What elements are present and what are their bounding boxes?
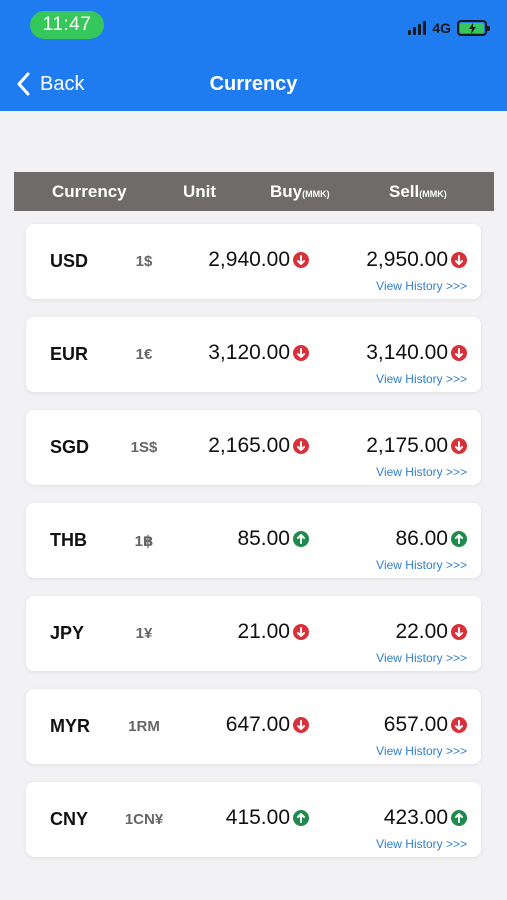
- buy-rate-value: 3,120.00: [208, 341, 290, 364]
- arrow-up-icon: [451, 531, 467, 547]
- header-sell-label: Sell: [389, 182, 420, 201]
- arrow-down-icon: [293, 717, 309, 733]
- buy-rate-value: 647.00: [225, 713, 290, 736]
- chevron-left-icon: [17, 72, 30, 96]
- buy-rate-value: 2,165.00: [208, 434, 290, 457]
- arrow-up-icon: [293, 531, 309, 547]
- currency-row[interactable]: USD 1$ 2,940.00 2,950.00 View History >>>: [26, 224, 481, 299]
- sell-rate-value: 423.00: [383, 806, 448, 829]
- arrow-down-icon: [293, 345, 309, 361]
- buy-rate-value: 415.00: [225, 806, 290, 829]
- buy-rate-value: 85.00: [237, 527, 290, 550]
- currency-code: SGD: [50, 437, 90, 457]
- sell-rate: 657.00: [384, 713, 467, 737]
- signal-icon: [408, 21, 427, 35]
- arrow-down-icon: [293, 624, 309, 640]
- arrow-down-icon: [451, 345, 467, 361]
- currency-code: JPY: [50, 623, 85, 643]
- sell-rate: 3,140.00: [366, 341, 467, 365]
- view-history-link[interactable]: View History >>>: [376, 558, 467, 572]
- currency-row[interactable]: CNY 1CN¥ 415.00 423.00 View History >>>: [26, 782, 481, 857]
- view-history-link[interactable]: View History >>>: [376, 744, 467, 758]
- buy-rate: 2,165.00: [208, 434, 309, 458]
- currency-unit: 1$: [135, 253, 153, 270]
- sell-rate: 423.00: [384, 806, 467, 830]
- view-history-link[interactable]: View History >>>: [376, 837, 467, 851]
- arrow-up-icon: [293, 810, 309, 826]
- buy-rate-value: 21.00: [237, 620, 290, 643]
- sell-rate: 22.00: [395, 620, 467, 644]
- rates-list: USD 1$ 2,940.00 2,950.00 View History >>> EUR…: [26, 224, 481, 875]
- currency-row[interactable]: EUR 1€ 3,120.00 3,140.00 View History >>>: [26, 317, 481, 392]
- status-icons: 4G: [408, 18, 490, 38]
- sell-rate-value: 22.00: [395, 620, 448, 643]
- buy-rate: 415.00: [226, 806, 309, 830]
- rates-table-header: Currency Unit Buy(MMK) Sell(MMK): [14, 172, 494, 211]
- buy-rate: 85.00: [237, 527, 309, 551]
- buy-rate: 3,120.00: [208, 341, 309, 365]
- currency-row[interactable]: SGD 1S$ 2,165.00 2,175.00 View History >>>: [26, 410, 481, 485]
- buy-rate: 2,940.00: [208, 248, 309, 272]
- sell-rate: 2,950.00: [366, 248, 467, 272]
- currency-row[interactable]: MYR 1RM 647.00 657.00 View History >>>: [26, 689, 481, 764]
- sell-rate: 2,175.00: [366, 434, 467, 458]
- arrow-down-icon: [451, 438, 467, 454]
- view-history-link[interactable]: View History >>>: [376, 651, 467, 665]
- sell-rate-value: 2,175.00: [366, 434, 448, 457]
- arrow-down-icon: [451, 624, 467, 640]
- currency-unit: 1CN¥: [124, 811, 164, 828]
- currency-row[interactable]: THB 1฿ 85.00 86.00 View History >>>: [26, 503, 481, 578]
- currency-unit: 1¥: [135, 625, 153, 642]
- buy-rate-value: 2,940.00: [208, 248, 290, 271]
- arrow-down-icon: [293, 252, 309, 268]
- status-time: 11:47: [30, 11, 104, 39]
- header-sell: Sell(MMK): [389, 182, 447, 202]
- arrow-down-icon: [293, 438, 309, 454]
- buy-rate: 21.00: [237, 620, 309, 644]
- sell-rate: 86.00: [395, 527, 467, 551]
- currency-unit: 1RM: [128, 718, 160, 735]
- sell-rate-value: 3,140.00: [366, 341, 448, 364]
- currency-row[interactable]: JPY 1¥ 21.00 22.00 View History >>>: [26, 596, 481, 671]
- header-buy: Buy(MMK): [270, 182, 330, 202]
- header-buy-label: Buy: [270, 182, 303, 201]
- currency-code: THB: [50, 530, 87, 550]
- currency-code: USD: [50, 251, 89, 271]
- buy-rate: 647.00: [226, 713, 309, 737]
- arrow-down-icon: [451, 717, 467, 733]
- currency-unit: 1€: [135, 346, 153, 363]
- currency-code: EUR: [50, 344, 89, 364]
- top-app-bar: 11:47 4G Back Currency: [0, 0, 507, 111]
- header-currency: Currency: [52, 182, 127, 201]
- sell-rate-value: 657.00: [383, 713, 448, 736]
- view-history-link[interactable]: View History >>>: [376, 279, 467, 293]
- header-buy-unit: (MMK): [302, 189, 330, 199]
- view-history-link[interactable]: View History >>>: [376, 372, 467, 386]
- back-button[interactable]: Back: [16, 70, 84, 98]
- view-history-link[interactable]: View History >>>: [376, 465, 467, 479]
- currency-unit: 1฿: [134, 533, 154, 550]
- sell-rate-value: 86.00: [395, 527, 448, 550]
- arrow-down-icon: [451, 252, 467, 268]
- currency-code: CNY: [50, 809, 89, 829]
- battery-icon: [457, 20, 490, 36]
- back-label: Back: [40, 72, 85, 95]
- header-unit: Unit: [183, 182, 217, 201]
- network-type: 4G: [432, 20, 451, 36]
- arrow-up-icon: [451, 810, 467, 826]
- sell-rate-value: 2,950.00: [366, 248, 448, 271]
- currency-unit: 1S$: [130, 439, 158, 456]
- header-sell-unit: (MMK): [419, 189, 447, 199]
- currency-code: MYR: [50, 716, 90, 736]
